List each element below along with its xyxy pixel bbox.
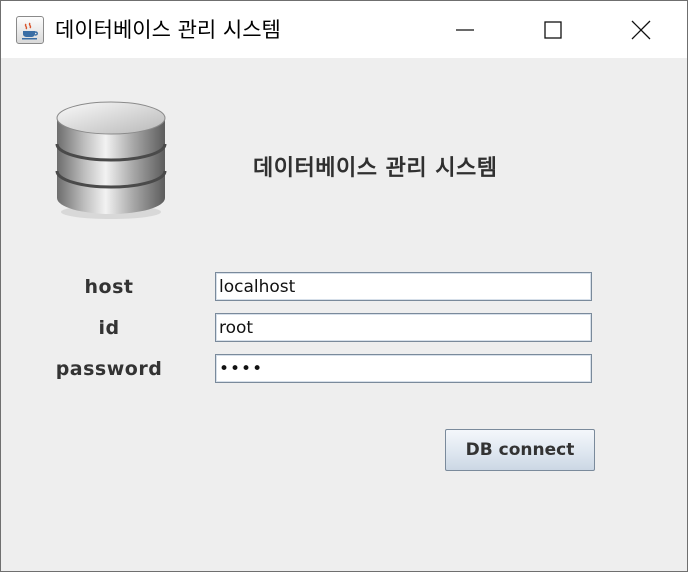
java-cup-icon[interactable] — [16, 16, 44, 44]
close-button[interactable] — [597, 1, 685, 58]
app-window: 데이터베이스 관리 시스템 데이터베이스 관리 시스템 host localho… — [0, 0, 688, 572]
id-input[interactable] — [215, 313, 592, 342]
window-title: 데이터베이스 관리 시스템 — [55, 18, 281, 42]
db-connect-button[interactable]: DB connect — [445, 429, 595, 471]
maximize-icon — [544, 20, 562, 39]
host-input[interactable] — [215, 272, 592, 301]
id-label: id — [98, 317, 120, 339]
minimize-button[interactable] — [421, 1, 509, 58]
host-label: host — [84, 276, 134, 298]
database-icon — [55, 101, 167, 219]
content-panel: 데이터베이스 관리 시스템 host id password DB connec… — [1, 58, 687, 571]
maximize-button[interactable] — [509, 1, 597, 58]
password-input[interactable] — [215, 354, 592, 383]
page-title: 데이터베이스 관리 시스템 — [253, 156, 498, 181]
close-icon — [631, 20, 651, 39]
password-label: password — [55, 358, 163, 380]
minimize-icon — [456, 28, 474, 31]
title-bar[interactable]: 데이터베이스 관리 시스템 — [1, 1, 687, 58]
